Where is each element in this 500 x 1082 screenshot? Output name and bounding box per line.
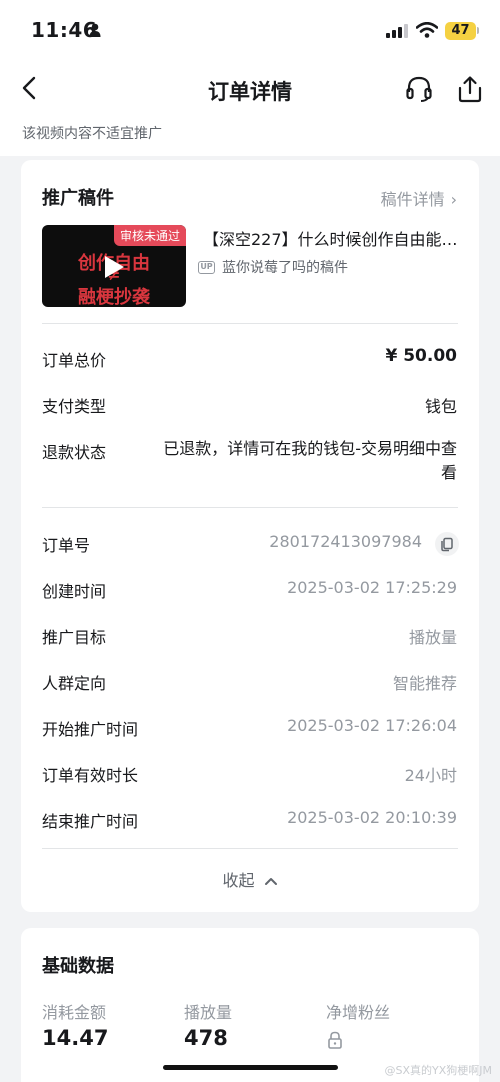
- total-price-label: 订单总价: [42, 351, 107, 370]
- plays-label: 播放量: [184, 1003, 233, 1022]
- manuscript-detail-label: 稿件详情: [380, 190, 445, 209]
- created-time-label: 创建时间: [42, 582, 107, 601]
- net-fans-label: 净增粉丝: [326, 1003, 391, 1022]
- basic-data-card: 基础数据 消耗金额 14.47 播放量 478 净增粉丝: [21, 928, 479, 1082]
- pay-type-label: 支付类型: [42, 397, 107, 416]
- created-time-value: 2025-03-02 17:25:29: [287, 578, 457, 597]
- notice-text: 该视频内容不适宜推广: [22, 126, 162, 142]
- play-icon[interactable]: [103, 255, 125, 279]
- duration-value: 24小时: [404, 766, 457, 785]
- promo-target-label: 推广目标: [42, 628, 107, 647]
- pay-type-value: 钱包: [424, 397, 457, 416]
- divider: [42, 848, 458, 849]
- headset-icon[interactable]: [404, 74, 434, 104]
- person-icon: [89, 23, 101, 37]
- status-time: 11:46: [31, 18, 98, 42]
- uploader-name: 蓝你说莓了吗的稿件: [222, 260, 348, 276]
- nav-bar: 订单详情: [0, 62, 500, 116]
- signal-icon: [386, 24, 408, 38]
- spend-value: 14.47: [42, 1026, 109, 1050]
- order-number-value: 280172413097984: [269, 532, 422, 551]
- home-indicator[interactable]: [163, 1065, 338, 1070]
- status-bar: 11:46 47: [0, 0, 500, 62]
- notice-bar: 该视频内容不适宜推广: [0, 116, 500, 156]
- promo-section-title: 推广稿件: [42, 188, 114, 209]
- video-thumbnail[interactable]: 创作自由 ≠ 融梗抄袭 审核未通过: [42, 225, 186, 307]
- divider: [42, 507, 458, 508]
- refund-status-value: 已退款，详情可在我的钱包-交易明细中查看: [163, 439, 457, 482]
- end-time-label: 结束推广时间: [42, 812, 139, 831]
- copy-icon[interactable]: [435, 532, 459, 556]
- audience-label: 人群定向: [42, 674, 107, 693]
- order-number-label: 订单号: [42, 536, 91, 555]
- start-time-value: 2025-03-02 17:26:04: [287, 716, 457, 735]
- duration-label: 订单有效时长: [42, 766, 139, 785]
- lock-icon: [328, 1031, 342, 1049]
- divider: [42, 323, 458, 324]
- share-icon[interactable]: [455, 74, 485, 104]
- battery-tip: [477, 27, 479, 34]
- review-failed-badge: 审核未通过: [113, 225, 186, 246]
- plays-value: 478: [184, 1026, 228, 1050]
- wifi-icon: [416, 22, 438, 38]
- refund-status-label: 退款状态: [42, 443, 107, 462]
- total-price-value: ¥ 50.00: [385, 346, 457, 366]
- up-badge: UP: [198, 261, 215, 274]
- start-time-label: 开始推广时间: [42, 720, 139, 739]
- collapse-button[interactable]: 收起: [21, 867, 479, 891]
- end-time-value: 2025-03-02 20:10:39: [287, 808, 457, 827]
- stats-section-title: 基础数据: [42, 956, 114, 977]
- spend-label: 消耗金额: [42, 1003, 107, 1022]
- manuscript-detail-link[interactable]: 稿件详情 ›: [381, 186, 457, 210]
- chevron-right-icon: ›: [450, 190, 457, 209]
- chevron-up-icon: [264, 878, 277, 885]
- collapse-label: 收起: [222, 871, 255, 890]
- audience-value: 智能推荐: [392, 674, 457, 693]
- watermark: @SX真的YX狗梗啊JM: [384, 1064, 492, 1077]
- promo-target-value: 播放量: [408, 628, 457, 647]
- order-detail-card: 推广稿件 稿件详情 › 创作自由 ≠ 融梗抄袭 审核未通过 【深空227】什么时候…: [21, 160, 479, 912]
- thumbnail-text-line3: 融梗抄袭: [78, 287, 150, 307]
- video-title[interactable]: 【深空227】什么时候创作自由能成为融梗抄袭的理由: [203, 226, 463, 250]
- battery-indicator: 47: [445, 22, 476, 40]
